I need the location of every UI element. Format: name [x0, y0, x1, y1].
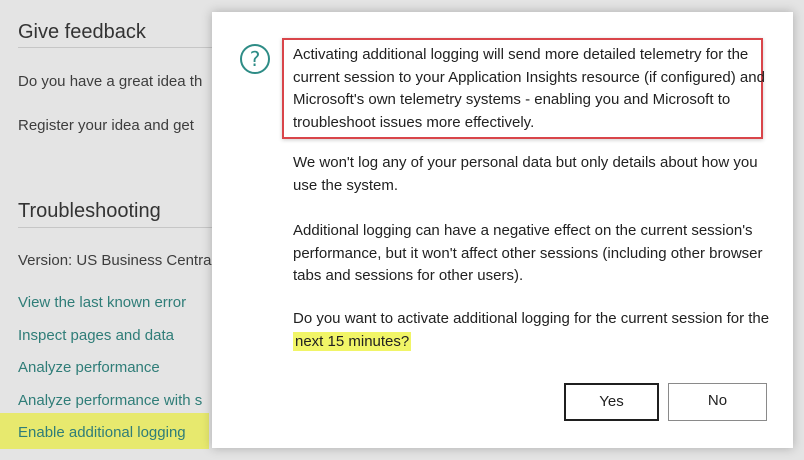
version-text: Version: US Business Centra [18, 252, 212, 269]
question-circle-icon: ? [240, 44, 270, 74]
message-paragraph-4: Do you want to activate additional loggi… [293, 308, 773, 353]
analyze-performance-link[interactable]: Analyze performance [18, 359, 160, 376]
feedback-text-1: Do you have a great idea th [18, 73, 203, 90]
enable-additional-logging-link[interactable]: Enable additional logging [18, 424, 186, 441]
confirm-dialog: ? Activating additional logging will sen… [212, 12, 793, 448]
highlighted-duration: next 15 minutes? [293, 331, 412, 351]
yes-button[interactable]: Yes [564, 383, 659, 421]
inspect-pages-link[interactable]: Inspect pages and data [18, 327, 174, 344]
question-text: Do you want to activate additional loggi… [293, 310, 770, 327]
give-feedback-heading: Give feedback [18, 21, 146, 43]
message-paragraph-1: Activating additional logging will send … [293, 46, 765, 131]
divider [18, 47, 218, 48]
feedback-text-2: Register your idea and get [18, 117, 194, 134]
message-paragraph-3: Additional logging can have a negative e… [293, 222, 763, 284]
view-last-error-link[interactable]: View the last known error [18, 294, 186, 311]
analyze-performance-with-link[interactable]: Analyze performance with s [18, 392, 202, 409]
message-paragraph-2: We won't log any of your personal data b… [293, 154, 758, 194]
troubleshooting-heading: Troubleshooting [18, 200, 161, 222]
no-button[interactable]: No [668, 383, 767, 421]
divider [18, 227, 218, 228]
